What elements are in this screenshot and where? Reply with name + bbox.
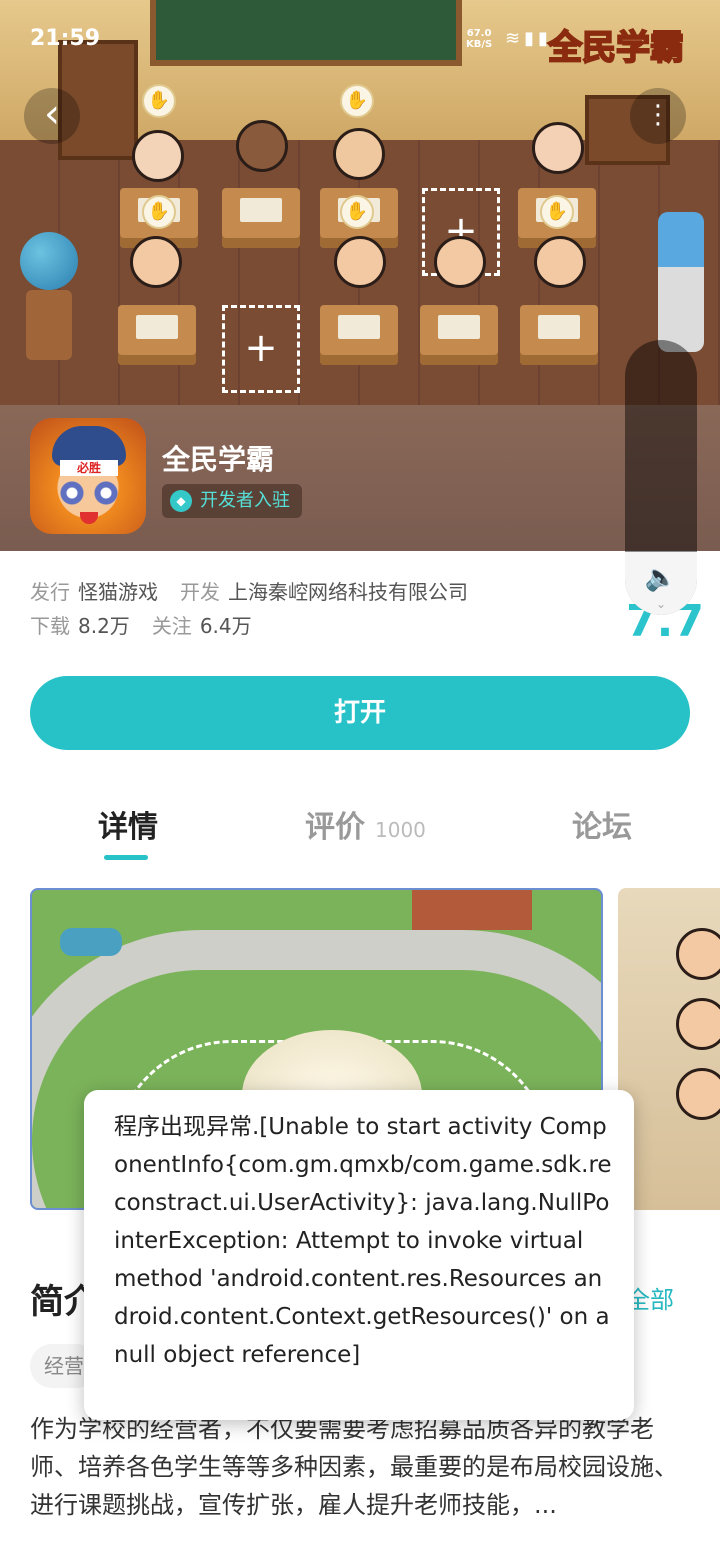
network-speed: 67.0 KB/S	[466, 28, 493, 50]
game-logo: 全民学霸	[547, 27, 685, 69]
tab-details[interactable]: 详情	[98, 802, 158, 846]
developer-badge-label: 开发者入驻	[200, 490, 290, 511]
raised-hand-icon: ✋	[340, 84, 374, 118]
open-app-button[interactable]: 打开	[30, 676, 690, 750]
student-avatar	[534, 236, 586, 288]
status-time: 21:59	[30, 26, 101, 51]
student-avatar	[333, 128, 385, 180]
empty-seat-slot[interactable]: +	[222, 305, 300, 393]
student-avatar	[434, 236, 486, 288]
desk	[420, 305, 498, 365]
desk	[222, 188, 300, 248]
desk	[520, 305, 598, 365]
developer-badge[interactable]: ◆ 开发者入驻	[162, 484, 302, 518]
globe-stand	[26, 290, 72, 360]
desk	[320, 305, 398, 365]
raised-hand-icon: ✋	[142, 84, 176, 118]
speaker-icon: 🔈	[644, 563, 678, 593]
more-dots-icon: ⋮	[645, 100, 671, 130]
active-tab-indicator	[104, 855, 148, 860]
globe	[20, 232, 78, 290]
student-avatar	[132, 130, 184, 182]
desk	[118, 305, 196, 365]
student-avatar	[130, 236, 182, 288]
raised-hand-icon: ✋	[142, 195, 176, 229]
tab-forum[interactable]: 论坛	[572, 802, 632, 846]
hero-banner: + ✋ ✋ ✋ ✋ ✋ + 必胜 全民学霸 ◆ 开发者入驻	[0, 0, 720, 551]
student-avatar	[334, 236, 386, 288]
publisher-name[interactable]: 怪猫游戏	[78, 580, 158, 604]
error-toast: 程序出现异常.[Unable to start activity Compone…	[84, 1090, 634, 1420]
back-button[interactable]: ‹	[24, 88, 80, 144]
review-count: 1000	[375, 818, 426, 842]
student-avatar	[236, 120, 288, 172]
student-avatar	[532, 122, 584, 174]
developer-name[interactable]: 上海秦崆网络科技有限公司	[228, 580, 468, 604]
publisher-row: 发行 怪猫游戏 开发 上海秦崆网络科技有限公司	[30, 580, 468, 604]
app-name: 全民学霸	[162, 443, 275, 476]
volume-slider[interactable]: 🔈 ⌄	[625, 340, 697, 615]
download-count: 8.2万	[78, 614, 130, 638]
chevron-down-icon[interactable]: ⌄	[625, 597, 697, 611]
raised-hand-icon: ✋	[540, 195, 574, 229]
follow-count: 6.4万	[199, 614, 252, 638]
tab-reviews[interactable]: 评价 1000	[305, 802, 426, 846]
diamond-icon: ◆	[170, 490, 192, 512]
water-cooler	[658, 212, 704, 352]
more-options-button[interactable]: ⋮	[630, 88, 686, 144]
wifi-icon: ≋	[505, 28, 525, 49]
stats-row: 下载 8.2万 关注 6.4万	[30, 614, 252, 638]
app-icon: 必胜	[30, 418, 146, 534]
back-arrow-icon: ‹	[44, 91, 60, 137]
intro-description: 作为学校的经营者，不仅要需要考虑招募品质各异的教学老师、培养各色学生等等多种因素…	[30, 1415, 678, 1519]
raised-hand-icon: ✋	[340, 195, 374, 229]
status-icons: ≋▮▮	[505, 28, 552, 49]
